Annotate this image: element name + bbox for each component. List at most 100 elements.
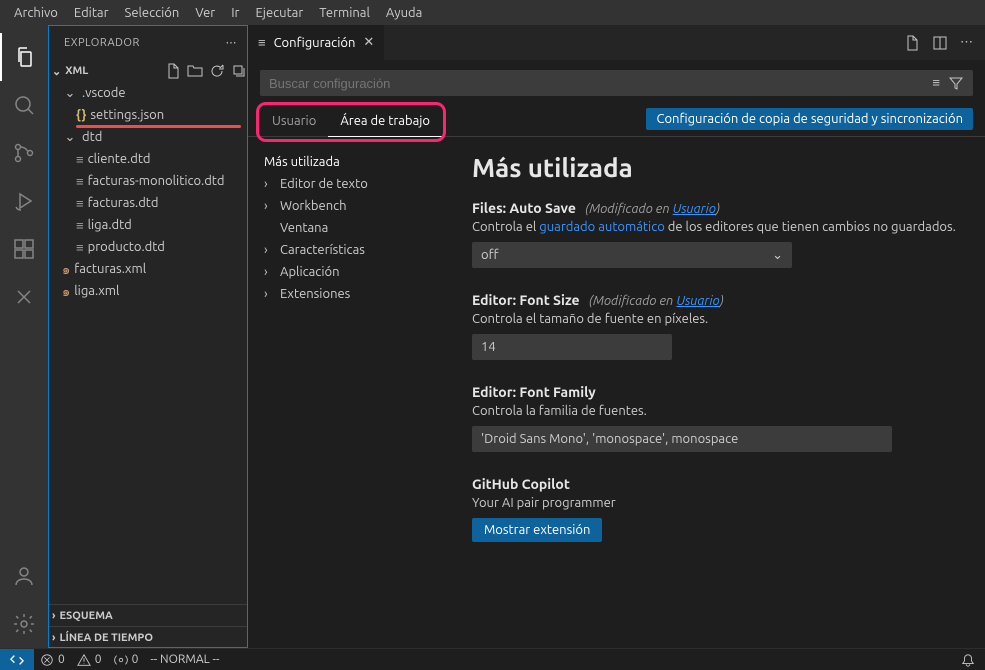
status-notifications[interactable] — [961, 653, 985, 667]
toc-label: Workbench — [280, 199, 347, 213]
folder-dtd[interactable]: ⌄ dtd — [48, 126, 247, 148]
toc-most-used[interactable]: Más utilizada — [256, 151, 440, 173]
chevron-right-icon: › — [264, 265, 276, 279]
settings-content[interactable]: Más utilizada Files: Auto Save (Modifica… — [448, 137, 985, 648]
search-icon[interactable] — [0, 81, 48, 129]
sidebar-more-icon[interactable]: ⋯ — [226, 36, 238, 49]
tab-settings[interactable]: ≡ Configuración ✕ — [248, 25, 385, 60]
outline-section[interactable]: › ESQUEMA — [48, 604, 247, 626]
chevron-right-icon: › — [264, 199, 276, 213]
file-dtd[interactable]: ≡producto.dtd — [48, 236, 247, 258]
timeline-section[interactable]: › LÍNEA DE TIEMPO — [48, 626, 247, 648]
font-size-input[interactable]: 14 — [472, 334, 672, 360]
close-tab-icon[interactable]: ✕ — [363, 35, 374, 50]
run-debug-icon[interactable] — [0, 177, 48, 225]
menu-ayuda[interactable]: Ayuda — [378, 6, 430, 20]
file-settings-json[interactable]: {} settings.json — [48, 104, 247, 126]
editor-area: ≡ Configuración ✕ ⋯ ≡ Usuario Área de tr — [248, 25, 985, 648]
dtd-icon: ≡ — [76, 218, 84, 233]
new-file-icon[interactable] — [165, 63, 181, 79]
accounts-icon[interactable] — [0, 552, 48, 600]
desc-link[interactable]: guardado automático — [539, 220, 665, 234]
menu-editar[interactable]: Editar — [66, 6, 117, 20]
dtd-icon: ≡ — [76, 240, 84, 255]
toc-extensions[interactable]: ›Extensiones — [256, 283, 440, 305]
chevron-right-icon: › — [264, 287, 276, 301]
setting-desc: Your AI pair programmer — [472, 496, 961, 510]
toc-features[interactable]: ›Características — [256, 239, 440, 261]
toc-application[interactable]: ›Aplicación — [256, 261, 440, 283]
toc-text-editor[interactable]: ›Editor de texto — [256, 173, 440, 195]
menu-ir[interactable]: Ir — [223, 6, 247, 20]
toc-window[interactable]: Ventana — [256, 217, 440, 239]
file-dtd[interactable]: ≡facturas-monolitico.dtd — [48, 170, 247, 192]
settings-gear-icon[interactable] — [0, 600, 48, 648]
modified-suffix: ) — [720, 294, 724, 308]
sync-settings-button[interactable]: Configuración de copia de seguridad y si… — [646, 108, 973, 130]
setting-name: GitHub Copilot — [472, 476, 570, 492]
status-errors[interactable]: 0 — [34, 653, 71, 667]
sidebar-header: EXPLORADOR ⋯ — [48, 25, 247, 60]
errors-count: 0 — [58, 653, 65, 666]
collapse-all-icon[interactable] — [231, 63, 247, 79]
show-extension-button[interactable]: Mostrar extensión — [472, 518, 602, 542]
toc-label: Ventana — [280, 221, 328, 235]
scope-user[interactable]: Usuario — [260, 108, 328, 136]
setting-name: Font Size — [519, 292, 579, 308]
chevron-right-icon: › — [52, 632, 55, 644]
font-family-input[interactable]: 'Droid Sans Mono', 'monospace', monospac… — [472, 426, 892, 452]
settings-heading: Más utilizada — [472, 153, 961, 182]
xml-icon: ๑ — [62, 259, 70, 280]
auto-save-dropdown[interactable]: off ⌄ — [472, 242, 792, 268]
split-editor-icon[interactable] — [932, 35, 948, 51]
file-label: facturas.xml — [74, 262, 146, 276]
file-label: settings.json — [90, 108, 164, 122]
file-dtd[interactable]: ≡ liga.dtd — [48, 214, 247, 236]
new-folder-icon[interactable] — [187, 63, 203, 79]
toc-workbench[interactable]: › Workbench — [256, 195, 440, 217]
project-section[interactable]: ⌄ XML — [48, 60, 247, 82]
setting-desc: Controla la familia de fuentes. — [472, 404, 961, 418]
more-actions-icon[interactable]: ⋯ — [960, 35, 973, 50]
menu-ver[interactable]: Ver — [187, 6, 223, 20]
remote-indicator[interactable] — [0, 649, 34, 670]
chevron-down-icon: ⌄ — [772, 248, 783, 263]
modified-link[interactable]: Usuario — [676, 294, 719, 308]
menu-terminal[interactable]: Terminal — [311, 6, 378, 20]
settings-search-input[interactable] — [269, 76, 932, 91]
modified-suffix: ) — [716, 202, 720, 216]
input-value: 'Droid Sans Mono', 'monospace', monospac… — [481, 432, 738, 446]
status-ports[interactable]: 0 — [108, 653, 145, 667]
filter-icon[interactable] — [948, 75, 964, 91]
menu-seleccion[interactable]: Selección — [117, 6, 188, 20]
open-json-icon[interactable] — [904, 35, 920, 51]
chevron-down-icon: ⌄ — [52, 65, 61, 78]
folder-vscode[interactable]: ⌄ .vscode — [48, 82, 247, 104]
settings-scope-row: Usuario Área de trabajo Configuración de… — [248, 102, 985, 137]
status-warnings[interactable]: 0 — [71, 653, 108, 667]
menu-archivo[interactable]: Archivo — [6, 6, 66, 20]
xml-icon: ๑ — [62, 281, 70, 302]
scope-workspace[interactable]: Área de trabajo — [328, 108, 442, 137]
dtd-icon: ≡ — [76, 196, 84, 211]
file-label: liga.dtd — [88, 218, 132, 232]
menubar: Archivo Editar Selección Ver Ir Ejecutar… — [0, 0, 985, 25]
close-panel-icon[interactable] — [0, 273, 48, 321]
modified-link[interactable]: Usuario — [673, 202, 716, 216]
clear-search-icon[interactable]: ≡ — [932, 75, 940, 91]
setting-name: Font Family — [519, 384, 595, 400]
source-control-icon[interactable] — [0, 129, 48, 177]
file-dtd[interactable]: ≡cliente.dtd — [48, 148, 247, 170]
extensions-icon[interactable] — [0, 225, 48, 273]
dropdown-value: off — [481, 248, 499, 262]
desc-text: de los editores que tienen cambios no gu… — [665, 220, 956, 234]
file-xml[interactable]: ๑liga.xml — [48, 280, 247, 302]
file-label: facturas.dtd — [88, 196, 159, 210]
menu-ejecutar[interactable]: Ejecutar — [248, 6, 312, 20]
file-dtd[interactable]: ≡ facturas.dtd — [48, 192, 247, 214]
folder-label: .vscode — [82, 86, 126, 100]
file-xml[interactable]: ๑ facturas.xml — [48, 258, 247, 280]
settings-search[interactable]: ≡ — [260, 70, 973, 96]
refresh-icon[interactable] — [209, 63, 225, 79]
explorer-icon[interactable] — [0, 33, 48, 81]
